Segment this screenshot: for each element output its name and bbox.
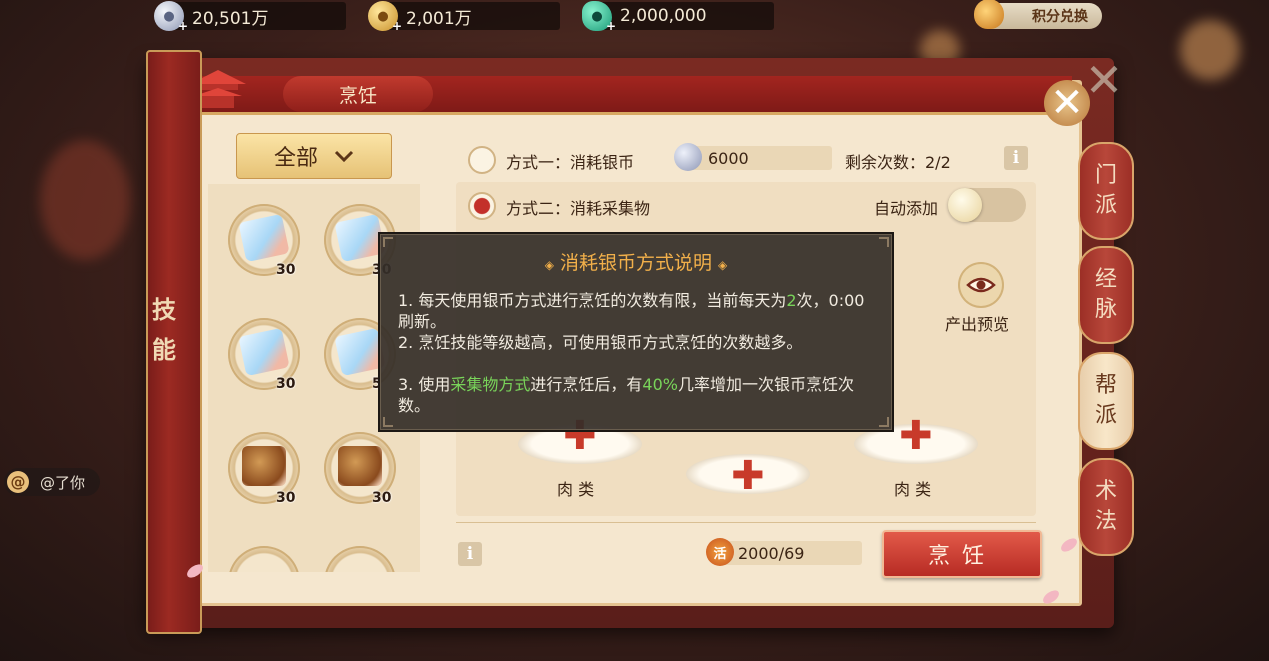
eye-icon	[966, 277, 996, 293]
tooltip-title-text: 消耗银币方式说明	[559, 252, 712, 274]
tooltip-corner	[383, 237, 393, 247]
auto-add-toggle[interactable]	[948, 188, 1026, 222]
chevron-down-icon	[334, 150, 354, 163]
ice-ingredient-icon	[238, 327, 290, 377]
ingredient-item[interactable]: 30	[228, 204, 300, 278]
tooltip-corner	[383, 417, 393, 427]
diamond-icon: ◈	[718, 258, 728, 272]
background-lantern	[1180, 20, 1240, 80]
silver-coin-icon	[674, 143, 702, 171]
tab-char: 脉	[1094, 297, 1117, 322]
silver-amount: 20,501万	[192, 8, 269, 29]
tooltip-line: 3. 使用采集物方式进行烹饪后，有40%几率增加一次银币烹饪次数。	[398, 374, 876, 416]
diamond-icon: ◈	[544, 258, 554, 272]
item-quantity: 30	[372, 490, 392, 506]
output-preview-button[interactable]	[958, 262, 1004, 308]
ingredient-item[interactable]: 30	[228, 432, 300, 506]
tooltip-text: 1. 每天使用银币方式进行烹饪的次数有限，当前每天为	[398, 291, 787, 310]
money-bag-icon	[974, 0, 1004, 29]
ingredient-item[interactable]	[324, 546, 396, 572]
gold-currency[interactable]: ● + 2,001万	[368, 1, 560, 33]
tab-char: 法	[1094, 509, 1117, 534]
info-icon[interactable]: i	[458, 542, 482, 566]
side-label-char: 能	[152, 336, 176, 364]
tooltip-text: 3. 使用	[398, 375, 451, 394]
mention-notification[interactable]: @ @了你	[4, 468, 100, 496]
meat-ingredient-icon	[338, 446, 382, 486]
ingredient-item[interactable]: 30	[324, 432, 396, 506]
vigor-icon: 活	[706, 538, 734, 566]
method1-label: 方式一：消耗银币	[506, 153, 635, 172]
ice-ingredient-icon	[238, 213, 290, 263]
tab-char: 帮	[1094, 373, 1117, 398]
tooltip-highlight: 2	[786, 291, 797, 310]
category-filter-dropdown[interactable]: 全部	[236, 133, 392, 179]
tooltip-highlight: 40%	[642, 375, 678, 394]
method1-radio[interactable]	[468, 146, 496, 174]
gold-amount: 2,001万	[406, 8, 472, 29]
silver-cost: 6000	[674, 143, 832, 171]
at-icon: @	[7, 471, 29, 493]
tooltip-text: 2. 烹饪技能等级越高，可使用银币方式烹饪的次数越多。	[398, 333, 803, 352]
method2-radio[interactable]	[468, 192, 496, 220]
tooltip-highlight: 采集物方式	[450, 375, 531, 394]
item-quantity: 30	[276, 490, 296, 506]
tab-char: 派	[1094, 193, 1117, 218]
points-exchange-button[interactable]: 积分兑换	[974, 0, 1102, 29]
mention-text: @了你	[40, 473, 86, 492]
silver-coin-icon[interactable]: ● +	[154, 1, 188, 33]
divider	[456, 522, 1036, 523]
tab-spell[interactable]: 术 法	[1078, 458, 1134, 556]
slot-label: 肉 类	[557, 480, 595, 499]
jade-icon[interactable]: ● +	[582, 1, 616, 33]
cook-button-label: 烹饪	[927, 544, 996, 569]
add-icon: ✚	[731, 453, 765, 499]
tab-char: 派	[1094, 403, 1117, 428]
skill-side-label: 技 能	[152, 290, 176, 370]
side-label-char: 技	[152, 296, 176, 324]
tooltip-line: 2. 烹饪技能等级越高，可使用银币方式烹饪的次数越多。	[398, 332, 876, 353]
tooltip-title: ◈ 消耗银币方式说明 ◈	[380, 248, 892, 275]
tab-sect[interactable]: 门 派	[1078, 142, 1134, 240]
slot-label: 肉 类	[894, 480, 932, 499]
exchange-label: 积分兑换	[1032, 9, 1088, 25]
remaining-count: 剩余次数：2/2	[845, 153, 951, 172]
meat-ingredient-icon	[242, 446, 286, 486]
window-title: 烹饪	[283, 76, 433, 112]
tooltip-line: 1. 每天使用银币方式进行烹饪的次数有限，当前每天为2次，0:00刷新。	[398, 290, 876, 332]
item-quantity: 30	[276, 376, 296, 392]
auto-add-label: 自动添加	[874, 199, 939, 218]
item-quantity: 30	[276, 262, 296, 278]
toggle-knob	[948, 188, 982, 222]
cook-button[interactable]: 烹饪	[882, 530, 1042, 578]
ingredient-item[interactable]: 30	[228, 318, 300, 392]
add-icon: ✚	[899, 413, 933, 459]
silver-method-tooltip: ◈ 消耗银币方式说明 ◈ 1. 每天使用银币方式进行烹饪的次数有限，当前每天为2…	[378, 232, 894, 432]
tab-meridian[interactable]: 经 脉	[1078, 246, 1134, 344]
tooltip-text: 进行烹饪后，有	[530, 375, 643, 394]
silver-currency[interactable]: ● + 20,501万	[154, 1, 346, 33]
window-title-text: 烹饪	[338, 84, 377, 107]
tab-char: 门	[1094, 163, 1117, 188]
close-button[interactable]: ✕	[1044, 80, 1090, 126]
ingredient-item[interactable]	[228, 546, 300, 572]
vigor-value: 2000/69	[738, 543, 805, 563]
silver-cost-value: 6000	[708, 148, 749, 168]
vigor-cost: 活 2000/69	[706, 538, 862, 566]
tooltip-corner	[879, 417, 889, 427]
output-preview-label: 产出预览	[945, 315, 1010, 334]
info-icon[interactable]: i	[1004, 146, 1028, 170]
jade-currency[interactable]: ● + 2,000,000	[582, 1, 774, 33]
tab-char: 术	[1094, 479, 1117, 504]
jade-amount: 2,000,000	[620, 6, 707, 26]
gold-coin-icon[interactable]: ● +	[368, 1, 402, 33]
filter-label: 全部	[273, 146, 318, 171]
tab-guild[interactable]: 帮 派	[1078, 352, 1134, 450]
background-lantern	[40, 140, 130, 260]
tooltip-corner	[879, 237, 889, 247]
tab-char: 经	[1094, 267, 1117, 292]
close-icon: ✕	[1050, 80, 1084, 126]
method2-label: 方式二：消耗采集物	[506, 199, 651, 218]
